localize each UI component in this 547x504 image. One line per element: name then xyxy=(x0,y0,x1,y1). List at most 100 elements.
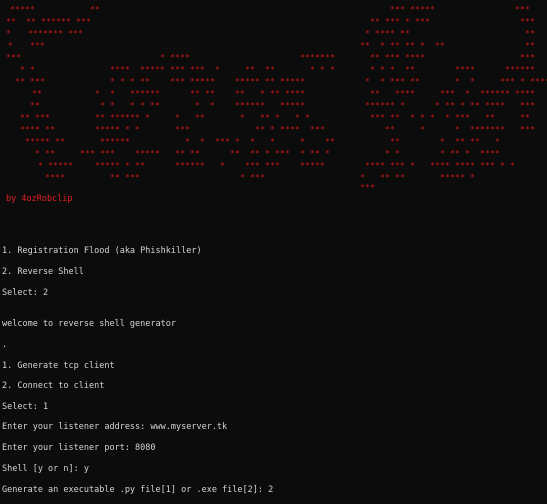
banner-star-glyph: * xyxy=(360,173,365,182)
banner-star-glyph: * xyxy=(50,149,55,158)
banner-star-glyph: * xyxy=(270,125,275,134)
banner-star-glyph: * xyxy=(37,89,42,98)
banner-star-glyph: * xyxy=(130,77,135,86)
banner-star-glyph: * xyxy=(110,101,115,110)
banner-star-glyph: * xyxy=(225,137,230,146)
banner-star-glyph: * xyxy=(260,101,265,110)
submenu-option-generate-tcp-client: 1. Generate tcp client xyxy=(2,361,115,371)
banner-star-glyph: * xyxy=(30,5,35,14)
banner-star-glyph: * xyxy=(405,17,410,26)
banner-star-glyph: * xyxy=(420,53,425,62)
banner-star-glyph: * xyxy=(320,65,325,74)
banner-star-glyph: * xyxy=(35,101,40,110)
banner-star-glyph: * xyxy=(135,113,140,122)
banner-star-glyph: * xyxy=(470,77,475,86)
banner-star-glyph: * xyxy=(440,149,445,158)
banner-star-glyph: * xyxy=(155,149,160,158)
banner-star-glyph: * xyxy=(315,149,320,158)
banner-star-glyph: * xyxy=(465,113,470,122)
banner-star-glyph: * xyxy=(460,173,465,182)
banner-star-glyph: * xyxy=(145,113,150,122)
banner-star-glyph: * xyxy=(405,29,410,38)
banner-star-glyph: * xyxy=(115,125,120,134)
author-credit: by 4ozRobclip xyxy=(6,194,73,204)
banner-star-glyph: * xyxy=(505,89,510,98)
banner-star-glyph: * xyxy=(200,65,205,74)
banner-star-glyph: * xyxy=(435,101,440,110)
banner-star-glyph: * xyxy=(510,77,515,86)
banner-star-glyph: * xyxy=(210,101,215,110)
banner-star-glyph: * xyxy=(125,65,130,74)
banner-star-glyph: * xyxy=(410,41,415,50)
banner-star-glyph: * xyxy=(270,137,275,146)
welcome-message: welcome to reverse shell generator xyxy=(2,319,176,329)
banner-star-glyph: * xyxy=(25,113,30,122)
banner-star-glyph: * xyxy=(490,161,495,170)
banner-star-glyph: * xyxy=(11,17,16,26)
banner-star-glyph: * xyxy=(380,41,385,50)
terminal-window[interactable]: * * * * * * * * * * * * * * * * * * * * * * * * * * * * * * * * * * * * * * * *… xyxy=(0,0,547,504)
banner-star-glyph: * xyxy=(250,65,255,74)
banner-star-glyph: * xyxy=(16,53,21,62)
listener-port-prompt: Enter your listener port: 8080 xyxy=(2,443,156,453)
banner-star-glyph: * xyxy=(255,149,260,158)
banner-star-glyph: * xyxy=(530,101,535,110)
banner-star-glyph: * xyxy=(530,17,535,26)
banner-star-glyph: * xyxy=(395,17,400,26)
banner-star-glyph: * xyxy=(305,113,310,122)
banner-star-glyph: * xyxy=(445,161,450,170)
banner-star-glyph: * xyxy=(430,113,435,122)
banner-star-glyph: * xyxy=(400,161,405,170)
banner-star-glyph: * xyxy=(130,101,135,110)
banner-star-glyph: * xyxy=(455,77,460,86)
banner-star-glyph: * xyxy=(385,173,390,182)
banner-star-glyph: * xyxy=(140,161,145,170)
banner-star-glyph: * xyxy=(6,29,11,38)
banner-star-glyph: * xyxy=(115,173,120,182)
banner-star-glyph: * xyxy=(530,41,535,50)
dot-line: . xyxy=(2,340,8,350)
banner-star-glyph: * xyxy=(365,29,370,38)
banner-star-glyph: * xyxy=(420,113,425,122)
banner-star-glyph: * xyxy=(260,173,265,182)
banner-star-glyph: * xyxy=(160,65,165,74)
banner-star-glyph: * xyxy=(470,161,475,170)
banner-star-glyph: * xyxy=(300,137,305,146)
banner-star-glyph: * xyxy=(425,17,430,26)
banner-star-glyph: * xyxy=(145,77,150,86)
banner-star-glyph: * xyxy=(60,137,65,146)
banner-star-glyph: * xyxy=(310,65,315,74)
banner-star-glyph: * xyxy=(410,113,415,122)
banner-star-glyph: * xyxy=(370,65,375,74)
banner-star-glyph: * xyxy=(385,149,390,158)
banner-star-glyph: * xyxy=(375,89,380,98)
banner-star-glyph: * xyxy=(110,149,115,158)
banner-star-glyph: * xyxy=(110,77,115,86)
banner-star-glyph: * xyxy=(240,113,245,122)
banner-star-glyph: * xyxy=(270,65,275,74)
banner-star-glyph: * xyxy=(530,125,535,134)
banner-star-glyph: * xyxy=(120,77,125,86)
banner-star-glyph: * xyxy=(195,89,200,98)
banner-star-glyph: * xyxy=(155,101,160,110)
banner-star-glyph: * xyxy=(470,173,475,182)
banner-star-glyph: * xyxy=(200,137,205,146)
banner-star-glyph: * xyxy=(455,125,460,134)
banner-star-glyph: * xyxy=(185,137,190,146)
banner-star-glyph: * xyxy=(455,149,460,158)
banner-star-glyph: * xyxy=(375,17,380,26)
banner-star-glyph: * xyxy=(475,137,480,146)
banner-star-glyph: * xyxy=(395,41,400,50)
banner-star-glyph: * xyxy=(295,113,300,122)
banner-star-glyph: * xyxy=(400,101,405,110)
banner-star-glyph: * xyxy=(66,17,71,26)
banner-star-glyph: * xyxy=(135,125,140,134)
banner-star-glyph: * xyxy=(180,149,185,158)
banner-star-glyph: * xyxy=(300,77,305,86)
banner-star-glyph: * xyxy=(395,53,400,62)
banner-star-glyph: * xyxy=(215,65,220,74)
banner-star-glyph: * xyxy=(525,5,530,14)
banner-star-glyph: * xyxy=(220,161,225,170)
banner-star-glyph: * xyxy=(275,161,280,170)
banner-star-glyph: * xyxy=(380,77,385,86)
